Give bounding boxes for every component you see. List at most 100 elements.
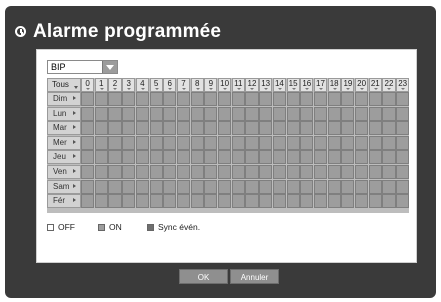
schedule-cell[interactable] xyxy=(94,194,108,209)
hour-header-6[interactable]: 6 xyxy=(163,78,177,92)
schedule-cell[interactable] xyxy=(190,179,204,194)
schedule-cell[interactable] xyxy=(272,121,286,136)
hour-header-15[interactable]: 15 xyxy=(286,78,300,92)
schedule-cell[interactable] xyxy=(355,92,369,107)
schedule-cell[interactable] xyxy=(327,194,341,209)
schedule-cell[interactable] xyxy=(94,106,108,121)
schedule-cell[interactable] xyxy=(108,179,122,194)
schedule-cell[interactable] xyxy=(327,150,341,165)
day-row-header-3[interactable]: Mer xyxy=(47,135,81,150)
day-row-header-7[interactable]: Fér xyxy=(47,194,81,209)
schedule-cell[interactable] xyxy=(272,135,286,150)
schedule-cell[interactable] xyxy=(300,92,314,107)
schedule-cell[interactable] xyxy=(81,135,95,150)
ok-button[interactable]: OK xyxy=(179,269,228,284)
schedule-cell[interactable] xyxy=(204,150,218,165)
schedule-cell[interactable] xyxy=(286,106,300,121)
day-row-header-2[interactable]: Mar xyxy=(47,121,81,136)
schedule-cell[interactable] xyxy=(176,150,191,165)
schedule-cell[interactable] xyxy=(149,121,163,136)
schedule-cell[interactable] xyxy=(382,135,396,150)
schedule-cell[interactable] xyxy=(341,106,355,121)
schedule-cell[interactable] xyxy=(355,194,369,209)
schedule-cell[interactable] xyxy=(286,165,300,180)
schedule-cell[interactable] xyxy=(218,106,232,121)
schedule-cell[interactable] xyxy=(108,165,122,180)
day-row-header-6[interactable]: Sam xyxy=(47,179,81,194)
schedule-cell[interactable] xyxy=(368,194,382,209)
schedule-cell[interactable] xyxy=(286,92,300,107)
cancel-button[interactable]: Annuler xyxy=(230,269,279,284)
schedule-cell[interactable] xyxy=(259,106,273,121)
schedule-cell[interactable] xyxy=(396,150,410,165)
hour-header-1[interactable]: 1 xyxy=(94,78,108,92)
schedule-cell[interactable] xyxy=(231,121,245,136)
schedule-cell[interactable] xyxy=(176,92,191,107)
schedule-cell[interactable] xyxy=(190,165,204,180)
schedule-cell[interactable] xyxy=(218,135,232,150)
hour-header-22[interactable]: 22 xyxy=(382,78,396,92)
hour-header-14[interactable]: 14 xyxy=(272,78,286,92)
schedule-cell[interactable] xyxy=(108,135,122,150)
schedule-cell[interactable] xyxy=(300,121,314,136)
schedule-cell[interactable] xyxy=(286,121,300,136)
schedule-cell[interactable] xyxy=(368,150,382,165)
hour-header-16[interactable]: 16 xyxy=(300,78,314,92)
schedule-cell[interactable] xyxy=(149,194,163,209)
schedule-cell[interactable] xyxy=(204,121,218,136)
schedule-cell[interactable] xyxy=(286,150,300,165)
schedule-cell[interactable] xyxy=(190,135,204,150)
hour-header-12[interactable]: 12 xyxy=(245,78,259,92)
alarm-type-select[interactable]: BIP xyxy=(47,60,118,74)
schedule-cell[interactable] xyxy=(368,121,382,136)
schedule-cell[interactable] xyxy=(204,92,218,107)
schedule-cell[interactable] xyxy=(259,150,273,165)
schedule-cell[interactable] xyxy=(94,165,108,180)
hour-header-7[interactable]: 7 xyxy=(176,78,191,92)
schedule-cell[interactable] xyxy=(341,135,355,150)
schedule-cell[interactable] xyxy=(218,179,232,194)
schedule-cell[interactable] xyxy=(108,92,122,107)
schedule-cell[interactable] xyxy=(204,179,218,194)
schedule-cell[interactable] xyxy=(259,135,273,150)
schedule-cell[interactable] xyxy=(135,165,149,180)
schedule-cell[interactable] xyxy=(368,179,382,194)
day-row-header-5[interactable]: Ven xyxy=(47,165,81,180)
schedule-cell[interactable] xyxy=(396,121,410,136)
schedule-cell[interactable] xyxy=(94,121,108,136)
schedule-cell[interactable] xyxy=(94,150,108,165)
schedule-cell[interactable] xyxy=(382,121,396,136)
schedule-cell[interactable] xyxy=(355,135,369,150)
schedule-cell[interactable] xyxy=(341,92,355,107)
schedule-cell[interactable] xyxy=(122,150,136,165)
schedule-cell[interactable] xyxy=(231,135,245,150)
hour-header-2[interactable]: 2 xyxy=(108,78,122,92)
schedule-cell[interactable] xyxy=(259,179,273,194)
schedule-cell[interactable] xyxy=(368,92,382,107)
schedule-cell[interactable] xyxy=(176,194,191,209)
schedule-cell[interactable] xyxy=(382,179,396,194)
schedule-cell[interactable] xyxy=(245,194,259,209)
schedule-cell[interactable] xyxy=(259,165,273,180)
schedule-cell[interactable] xyxy=(341,165,355,180)
schedule-cell[interactable] xyxy=(245,106,259,121)
schedule-cell[interactable] xyxy=(327,92,341,107)
schedule-cell[interactable] xyxy=(368,165,382,180)
schedule-cell[interactable] xyxy=(313,92,328,107)
schedule-cell[interactable] xyxy=(327,121,341,136)
schedule-cell[interactable] xyxy=(272,150,286,165)
hour-header-19[interactable]: 19 xyxy=(341,78,355,92)
schedule-cell[interactable] xyxy=(176,121,191,136)
schedule-cell[interactable] xyxy=(245,92,259,107)
schedule-cell[interactable] xyxy=(300,165,314,180)
schedule-cell[interactable] xyxy=(163,179,177,194)
schedule-cell[interactable] xyxy=(231,106,245,121)
hour-header-9[interactable]: 9 xyxy=(204,78,218,92)
schedule-cell[interactable] xyxy=(396,106,410,121)
schedule-cell[interactable] xyxy=(382,150,396,165)
schedule-cell[interactable] xyxy=(272,165,286,180)
schedule-cell[interactable] xyxy=(81,92,95,107)
schedule-cell[interactable] xyxy=(272,194,286,209)
schedule-cell[interactable] xyxy=(108,150,122,165)
schedule-cell[interactable] xyxy=(149,92,163,107)
